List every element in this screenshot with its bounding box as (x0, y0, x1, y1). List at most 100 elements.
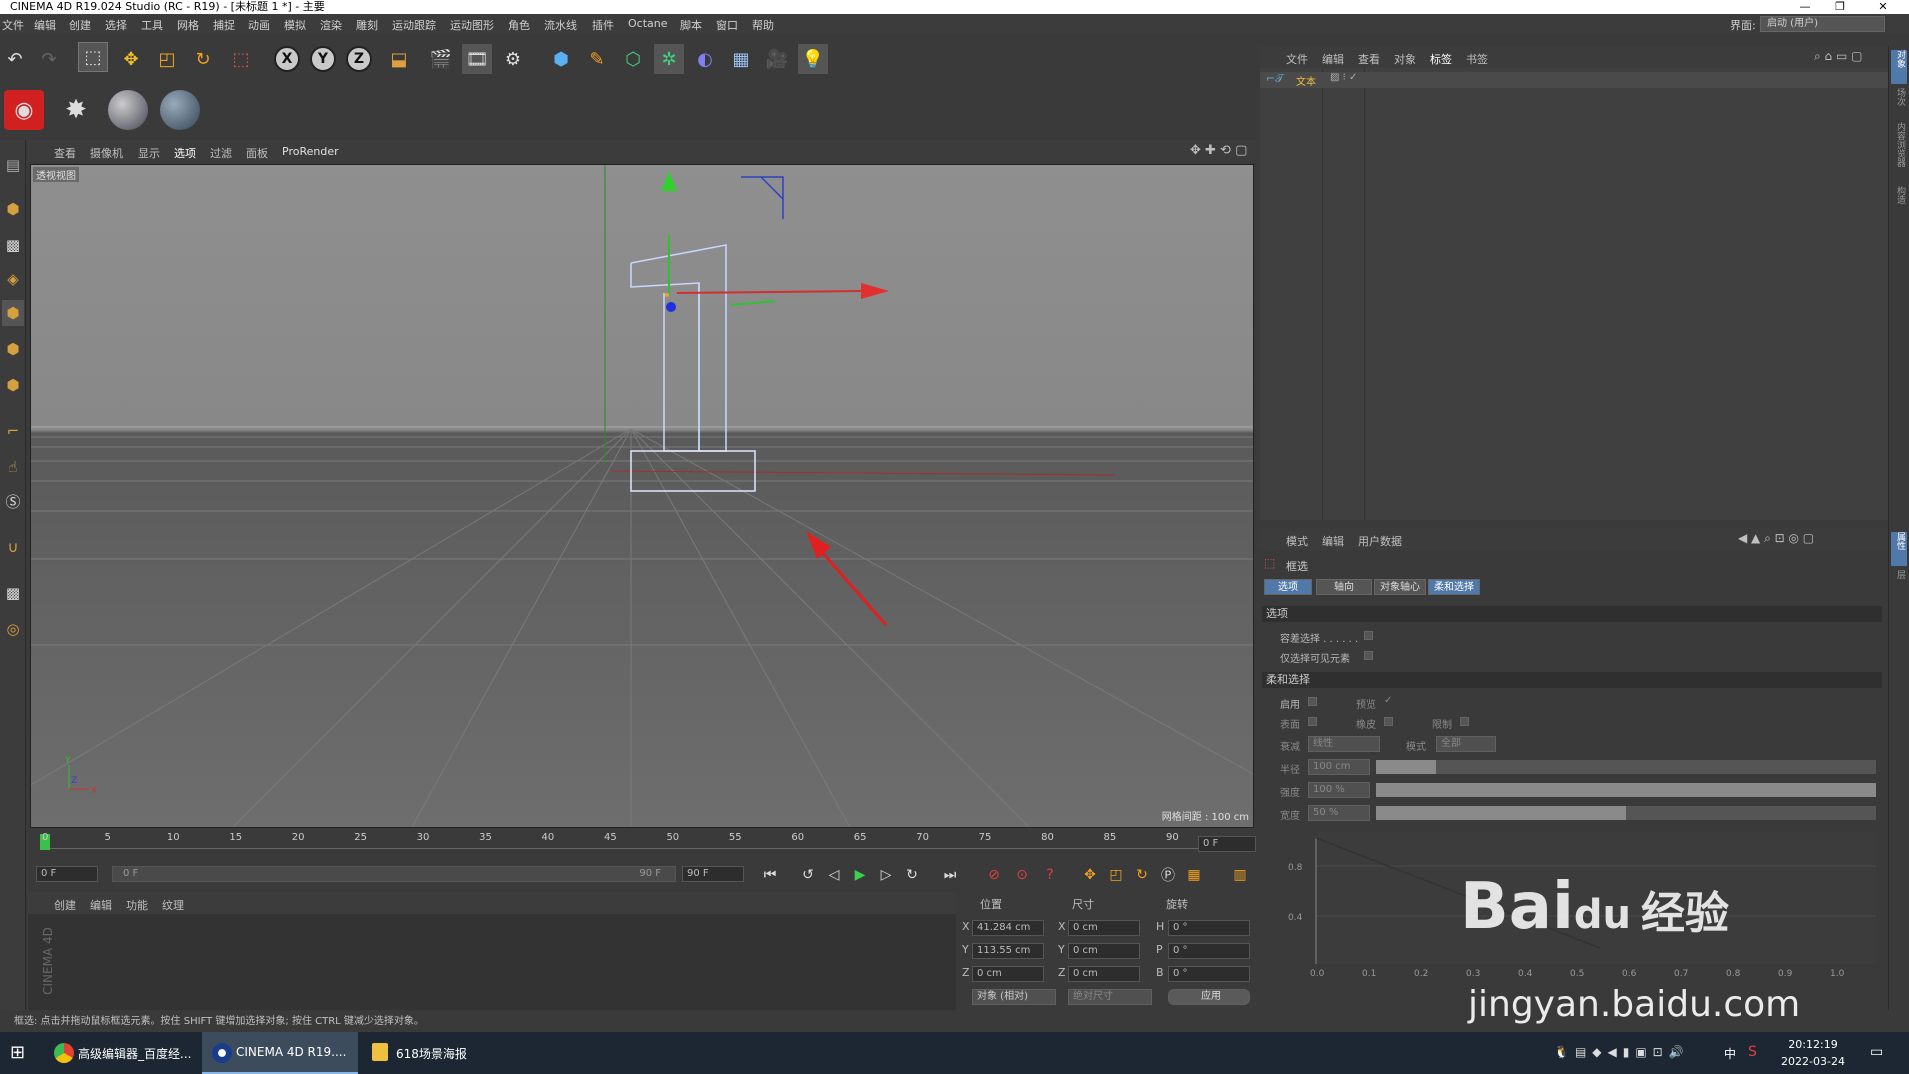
range-slider[interactable]: 0 F 90 F (112, 866, 676, 882)
render-to-picture-viewer-icon[interactable]: 🎞 (462, 44, 492, 74)
side-tab-takes[interactable]: 场次 (1891, 88, 1907, 118)
pos-x-field[interactable]: 41.284 cm (972, 920, 1044, 936)
recent-tools-icon[interactable]: ⬚ (226, 44, 256, 74)
system-tray-icons[interactable]: 🐧▤◆◀▮▣⊡🔊 (1554, 1045, 1690, 1059)
end-frame-field[interactable]: 90 F (682, 866, 744, 882)
rubber-checkbox[interactable] (1384, 717, 1393, 726)
floor-icon[interactable]: ▦ (726, 44, 756, 74)
side-tab-content-browser[interactable]: 内容浏览器 (1891, 122, 1907, 182)
apply-button[interactable]: 应用 (1168, 989, 1250, 1005)
magnet-icon[interactable]: ∪ (2, 534, 24, 560)
radius-field[interactable]: 100 cm (1308, 759, 1370, 775)
keyframe-selection-icon[interactable]: ? (1038, 864, 1062, 886)
menu-character[interactable]: 角色 (508, 17, 530, 33)
record-keys-icon[interactable]: ⊘ (982, 864, 1006, 886)
preview-check-icon[interactable]: ✓ (1384, 695, 1392, 706)
obj-menu-file[interactable]: 文件 (1286, 51, 1308, 67)
tab-options[interactable]: 选项 (1264, 579, 1312, 595)
side-tab-structure[interactable]: 构造 (1891, 186, 1907, 216)
side-tab-attributes[interactable]: 属性 (1891, 532, 1907, 566)
menu-edit[interactable]: 编辑 (34, 17, 56, 33)
snap-icon[interactable]: Ⓢ (2, 488, 24, 514)
x-axis-icon[interactable]: X (274, 46, 300, 72)
current-frame-field[interactable]: 0 F (1198, 836, 1256, 852)
array-icon[interactable]: ✲ (654, 44, 684, 74)
side-tab-layers[interactable]: 层 (1891, 570, 1907, 594)
z-axis-icon[interactable]: Z (346, 46, 372, 72)
tweak-icon[interactable]: ☝ (2, 454, 24, 480)
restrict-checkbox[interactable] (1460, 717, 1469, 726)
material-area[interactable]: CINEMA 4D (28, 914, 956, 1010)
menu-mesh[interactable]: 网格 (177, 17, 199, 33)
pen-icon[interactable]: ✎ (582, 44, 612, 74)
move-icon[interactable]: ✥ (116, 44, 146, 74)
enable-checkbox[interactable] (1308, 697, 1317, 706)
vp-navigation-icon[interactable]: ✥ ✚ ⟲ ▢ (1190, 143, 1247, 158)
pos-y-field[interactable]: 113.55 cm (972, 943, 1044, 959)
object-name[interactable]: 文本 (1296, 73, 1316, 88)
play-icon[interactable]: ▶ (848, 864, 872, 886)
falloff-select[interactable]: 线性 (1308, 736, 1380, 752)
key-rotation-icon[interactable]: ↻ (1130, 864, 1154, 886)
material-sphere-icon[interactable] (108, 90, 148, 130)
menu-motion-tracking[interactable]: 运动跟踪 (392, 17, 436, 33)
explosion-icon[interactable]: ✸ (56, 90, 96, 130)
go-to-start-icon[interactable]: ⏮ (758, 864, 782, 886)
previous-frame-icon[interactable]: ◁ (822, 864, 846, 886)
strength-slider[interactable] (1376, 783, 1876, 797)
width-field[interactable]: 50 % (1308, 805, 1370, 821)
menu-plugins[interactable]: 插件 (592, 17, 614, 33)
object-mode-icon[interactable]: ⬢ (2, 196, 24, 222)
light-icon[interactable]: 💡 (798, 44, 828, 74)
next-key-icon[interactable]: ↻ (900, 864, 924, 886)
side-tab-objects[interactable]: 对象 (1891, 50, 1907, 84)
render-view-icon[interactable]: 🎬 (426, 44, 456, 74)
polygons-mode-icon[interactable]: ⬢ (2, 372, 24, 398)
taskbar-item-cinema4d[interactable]: CINEMA 4D R19.... (202, 1032, 358, 1074)
menu-window[interactable]: 窗口 (716, 17, 738, 33)
record-icon[interactable]: ◉ (4, 90, 44, 130)
vp-menu-display[interactable]: 显示 (138, 145, 160, 161)
workplane-icon[interactable]: ◈ (2, 266, 24, 292)
timeline-ruler[interactable]: 0 5 10 15 20 25 30 35 40 45 50 55 60 65 70 75 80 85 90 0 F (28, 830, 1256, 860)
menu-mograph[interactable]: 运动图形 (450, 17, 494, 33)
cube-icon[interactable]: ⬢ (546, 44, 576, 74)
system-clock[interactable]: 20:12:19 2022-03-24 (1778, 1036, 1848, 1070)
environment-sphere-icon[interactable] (160, 90, 200, 130)
width-slider[interactable] (1376, 806, 1876, 820)
rot-p-field[interactable]: 0 ° (1168, 943, 1250, 959)
menu-help[interactable]: 帮助 (752, 17, 774, 33)
object-row-text[interactable]: ⌐𝒯 文本 ▨ ⁝ ✓ (1260, 72, 1888, 88)
vp-menu-panel[interactable]: 面板 (246, 145, 268, 161)
deformer-icon[interactable]: ◐ (690, 44, 720, 74)
falloff-curve-graph[interactable]: 0.8 0.4 0.0 0.1 0.2 0.3 0.4 0.5 0.6 0.7 0.8 0.9 1.… (1280, 828, 1880, 978)
menu-simulate[interactable]: 模拟 (284, 17, 306, 33)
object-visibility-icon[interactable]: ▨ ⁝ ✓ (1330, 72, 1357, 83)
layout-select[interactable]: 启动 (用户) (1760, 16, 1885, 32)
menu-script[interactable]: 脚本 (680, 17, 702, 33)
coordinate-mode-select[interactable]: 对象 (相对) (972, 989, 1056, 1005)
notification-icon[interactable]: ▭ (1870, 1044, 1883, 1060)
texture-mode-icon[interactable]: ▩ (2, 232, 24, 258)
obj-menu-edit[interactable]: 编辑 (1322, 51, 1344, 67)
key-scale-icon[interactable]: ◰ (1104, 864, 1128, 886)
previous-key-icon[interactable]: ↺ (796, 864, 820, 886)
obj-menu-object[interactable]: 对象 (1394, 51, 1416, 67)
pos-z-field[interactable]: 0 cm (972, 966, 1044, 982)
only-visible-checkbox[interactable] (1364, 651, 1373, 660)
camera-icon[interactable]: 🎥 (762, 44, 792, 74)
strength-field[interactable]: 100 % (1308, 782, 1370, 798)
axis-mode-icon[interactable]: ⌐ (2, 418, 24, 444)
next-frame-icon[interactable]: ▷ (874, 864, 898, 886)
size-mode-select[interactable]: 绝对尺寸 (1068, 989, 1152, 1005)
vp-menu-filter[interactable]: 过滤 (210, 145, 232, 161)
edges-mode-icon[interactable]: ⬢ (2, 336, 24, 362)
vp-menu-cameras[interactable]: 摄像机 (90, 145, 123, 161)
obj-menu-bookmarks[interactable]: 书签 (1466, 51, 1488, 67)
close-button[interactable]: ✕ (1868, 0, 1898, 14)
go-to-end-icon[interactable]: ⏭ (938, 864, 962, 886)
sogou-icon[interactable]: S (1748, 1044, 1757, 1060)
tab-soft-selection[interactable]: 柔和选择 (1428, 579, 1480, 595)
grid-snap-icon[interactable]: ◎ (2, 616, 24, 642)
y-axis-icon[interactable]: Y (310, 46, 336, 72)
